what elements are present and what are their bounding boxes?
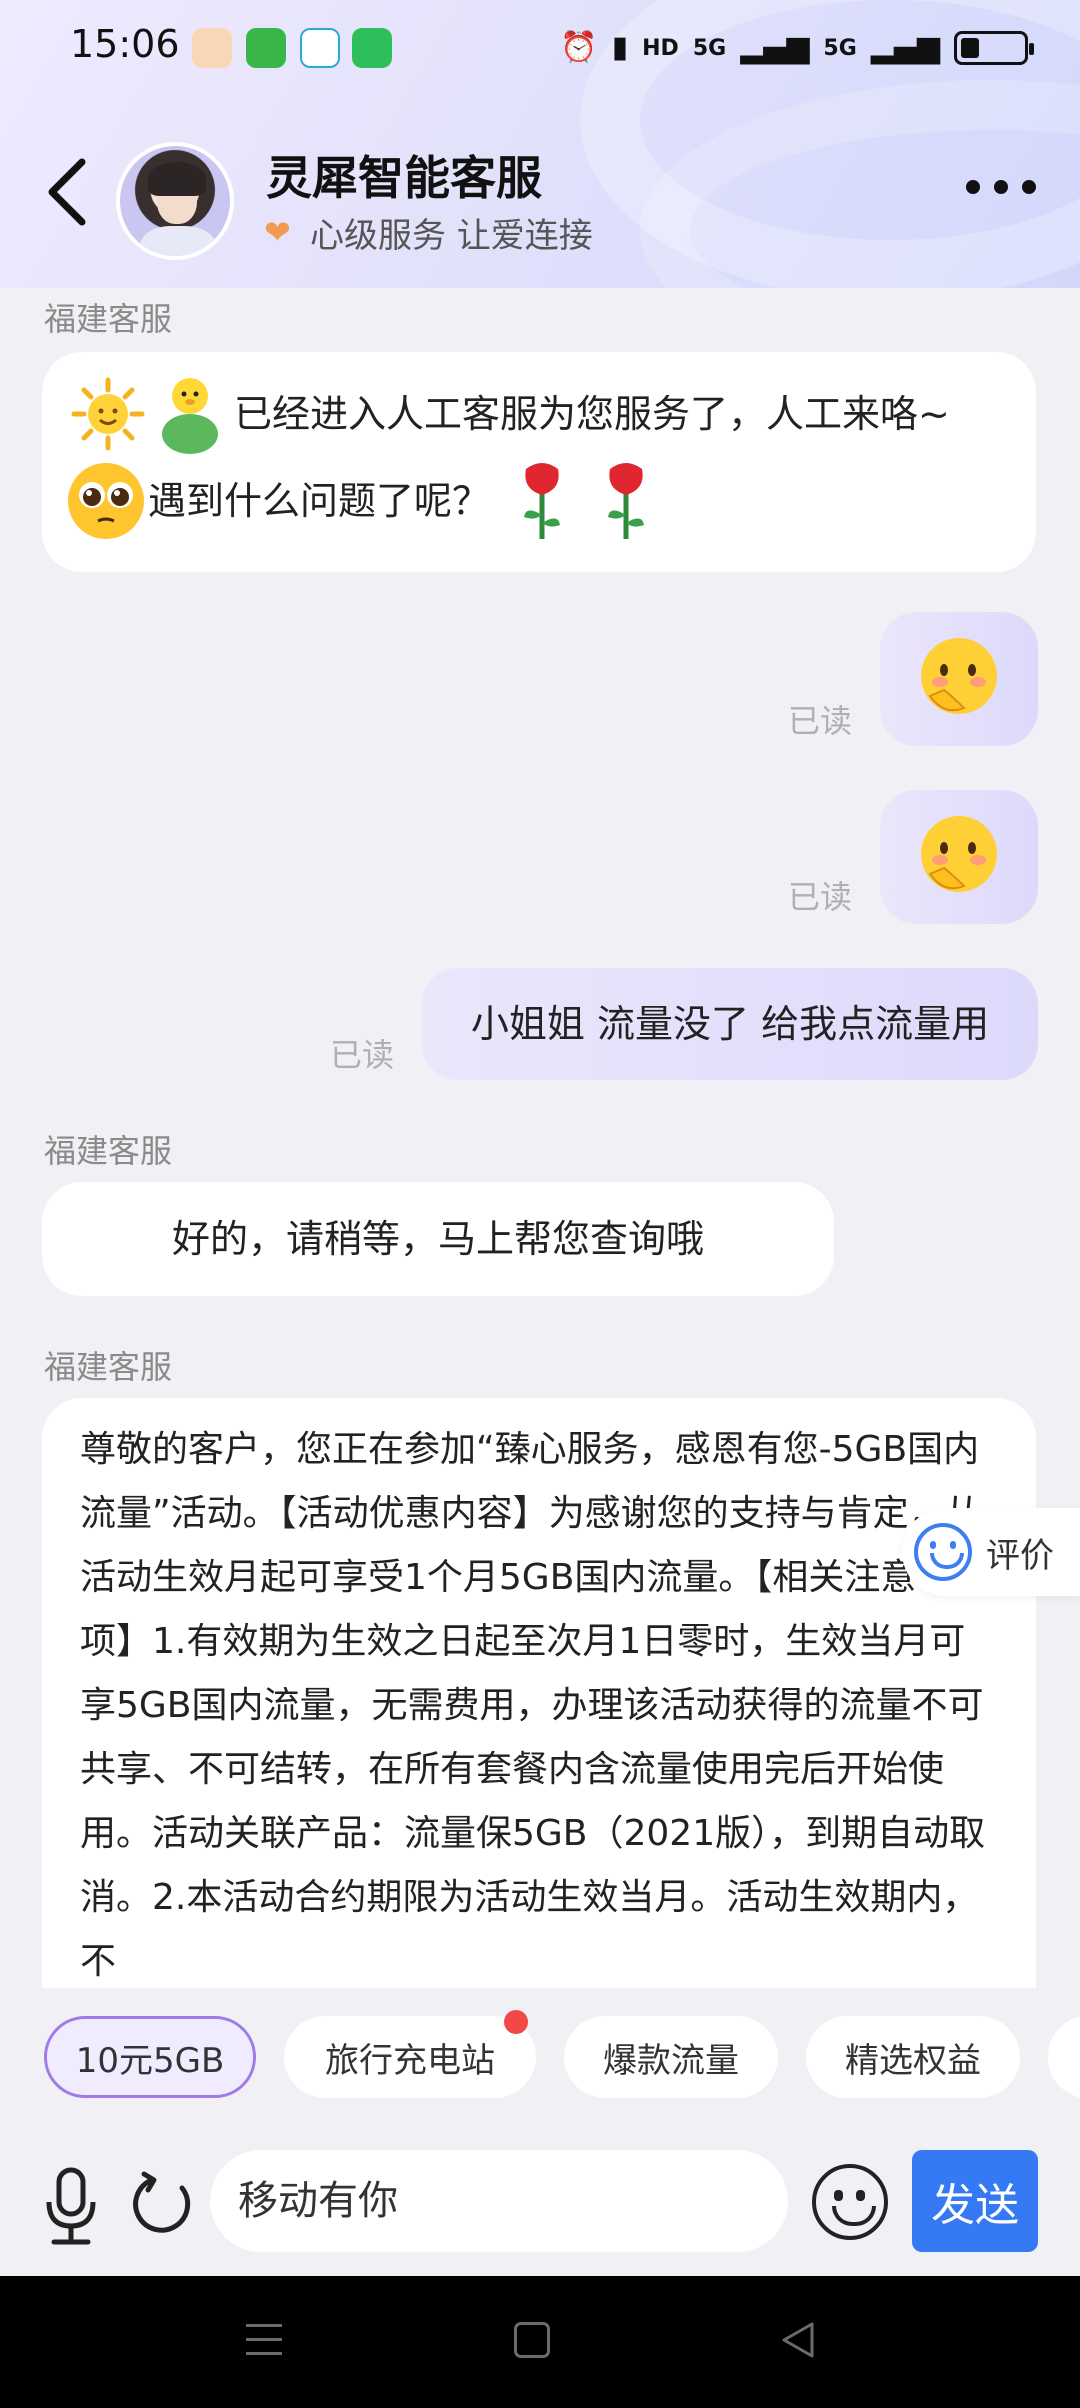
shop-app-icon [352,28,392,68]
smile-icon [914,1523,972,1581]
rating-label: 评价 [986,1535,1054,1576]
microphone-icon[interactable] [42,2166,100,2246]
message-input[interactable] [210,2150,788,2252]
agent-message: 已经进入人工客服为您服务了，人工来咯~ 遇到什么问题了呢？ [42,352,1036,572]
chick-emoji-icon [162,378,218,454]
chip-selected-benefits[interactable]: 精选权益 [806,2016,1020,2098]
send-button[interactable]: 发送 [912,2150,1038,2252]
read-receipt: 已读 [788,878,853,916]
shy-face-emoji-icon [921,816,997,892]
back-icon[interactable] [40,150,100,234]
vibrate-icon: ▮ [611,30,629,65]
recents-icon[interactable] [246,2324,282,2358]
chip-more[interactable] [1048,2016,1080,2098]
status-right: ⏰ ▮ HD 5G ▂▄▆ 5G ▂▄▆ [560,28,1034,68]
read-receipt: 已读 [330,1036,395,1074]
new-badge [504,2010,528,2034]
shy-face-emoji-icon [921,638,997,714]
chip-hot-data[interactable]: 爆款流量 [564,2016,778,2098]
status-time: 15:06 [70,22,180,66]
signal-icon: ▂▄▆ [740,30,810,65]
user-text-message: 小姐姐 流量没了 给我点流量用 [422,968,1038,1080]
sun-emoji-icon [71,377,145,451]
chip-10yuan-5gb[interactable]: 10元5GB [44,2016,256,2098]
input-bar: 发送 [0,2128,1080,2276]
home-icon[interactable] [514,2322,550,2358]
message-notification-icon [246,28,286,68]
sender-name: 福建客服 [44,300,173,338]
pleading-face-emoji-icon [68,463,144,539]
user-message-text: 小姐姐 流量没了 给我点流量用 [470,1002,990,1046]
agent-message: 尊敬的客户，您正在参加“臻心服务，感恩有您-5GB国内流量”活动。【活动优惠内容… [42,1398,1036,1988]
welcome-text-line1: 已经进入人工客服为您服务了，人工来咯~ [234,392,950,436]
refresh-icon[interactable] [130,2170,196,2236]
signal-icon: ▂▄▆ [870,30,940,65]
chip-travel-charging[interactable]: 旅行充电站 [284,2016,536,2098]
emoji-picker-icon[interactable] [812,2164,888,2240]
page-subtitle: 心级服务 让爱连接 [310,216,593,256]
user-emoji-message [880,790,1038,924]
user-emoji-message [880,612,1038,746]
app-notification-icon [192,28,232,68]
rose-emoji-icon [524,463,561,539]
agent-avatar[interactable] [116,142,234,260]
sender-name: 福建客服 [44,1348,173,1386]
alarm-icon: ⏰ [560,30,598,65]
sender-name: 福建客服 [44,1132,173,1170]
hd-label: HD [642,35,679,61]
activity-info-text: 尊敬的客户，您正在参加“臻心服务，感恩有您-5GB国内流量”活动。【活动优惠内容… [80,1429,986,1982]
read-receipt: 已读 [788,702,853,740]
more-options-button[interactable] [966,180,1036,194]
network-5g-label: 5G [692,35,727,61]
header: 15:06 ⏰ ▮ HD 5G ▂▄▆ 5G ▂▄▆ 灵犀智能客服 ❤ 心级服务 [0,0,1080,288]
rating-button[interactable]: 评价 [902,1508,1080,1596]
rose-emoji-icon [608,463,645,539]
welcome-text-line2: 遇到什么问题了呢？ [148,479,491,523]
status-bar: 15:06 ⏰ ▮ HD 5G ▂▄▆ 5G ▂▄▆ [0,0,1080,96]
quick-reply-chips: 10元5GB 旅行充电站 爆款流量 精选权益 [0,2010,1080,2112]
system-nav-bar [0,2276,1080,2408]
system-back-icon[interactable] [778,2320,818,2360]
mobile-app-icon [300,28,340,68]
agent-message: 好的，请稍等，马上帮您查询哦 [42,1182,834,1296]
chat-screen: 15:06 ⏰ ▮ HD 5G ▂▄▆ 5G ▂▄▆ 灵犀智能客服 ❤ 心级服务 [0,0,1080,2408]
agent-reply-text: 好的，请稍等，马上帮您查询哦 [171,1217,704,1261]
network-5g-label: 5G [823,35,857,61]
chat-list[interactable]: 福建客服 已经进入人工客服为您服务了，人工来咯~ 遇到什么问题了呢？ 已读 已读… [0,288,1080,1988]
battery-icon [954,31,1034,65]
heart-icon: ❤ [264,213,291,251]
page-title: 灵犀智能客服 [266,151,542,205]
